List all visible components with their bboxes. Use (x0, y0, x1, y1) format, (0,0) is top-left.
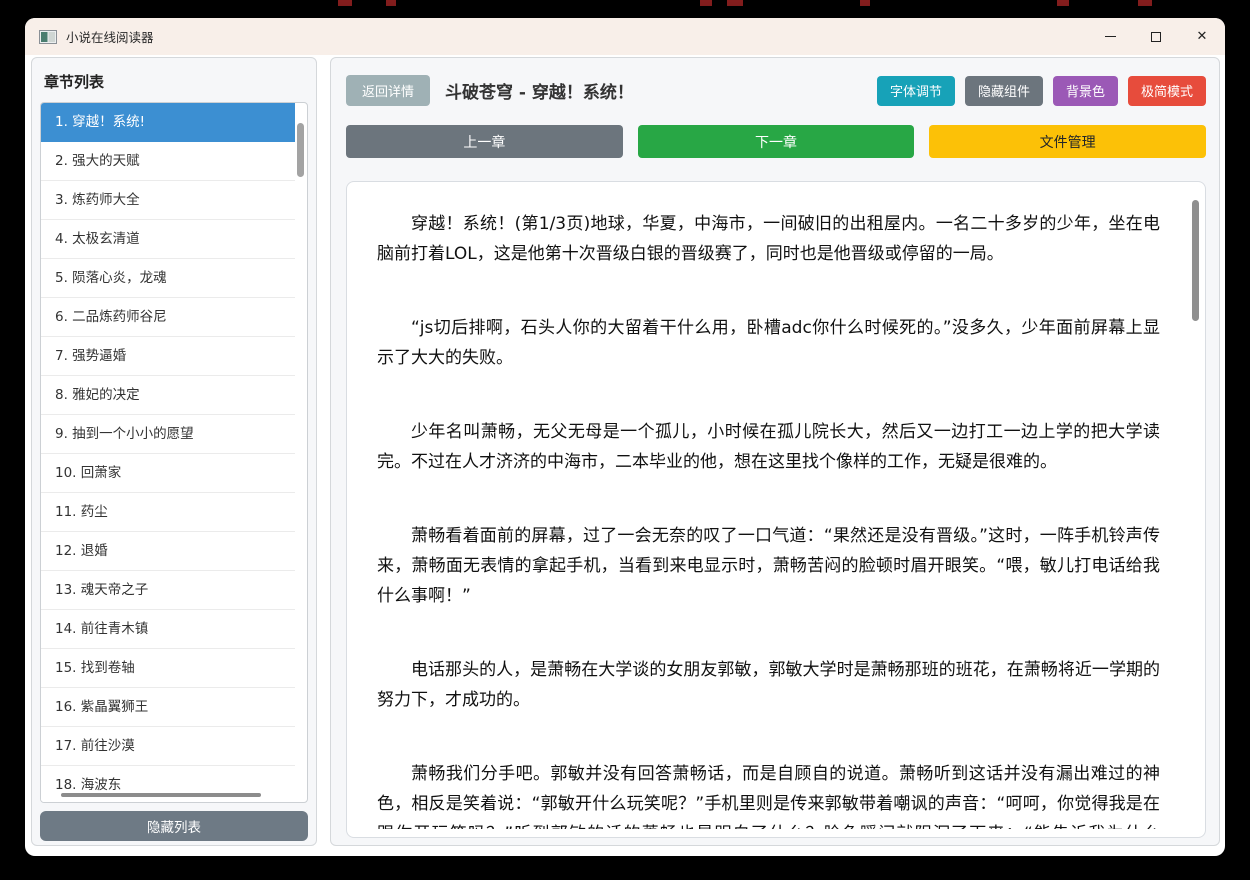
app-window: 小说在线阅读器 ✕ 章节列表 1. 穿越！系统! 2. 强大的天赋 3. 炼药师… (25, 18, 1225, 856)
horizontal-scrollbar-thumb[interactable] (61, 793, 261, 797)
background-color-button[interactable]: 背景色 (1052, 75, 1118, 106)
file-manager-button[interactable]: 文件管理 (929, 125, 1207, 158)
background-artifact (338, 0, 352, 6)
chapter-item-label: 7. 强势逼婚 (55, 348, 127, 364)
hide-list-button[interactable]: 隐藏列表 (40, 811, 308, 841)
reading-area: 穿越！系统！(第1/3页)地球，华夏，中海市，一间破旧的出租屋内。一名二十多岁的… (346, 181, 1206, 838)
chapter-item-label: 12. 退婚 (55, 543, 108, 559)
maximize-button[interactable] (1133, 18, 1179, 55)
chapter-item[interactable]: 10. 回萧家 (41, 454, 295, 493)
minimize-button[interactable] (1087, 18, 1133, 55)
chapter-list-title: 章节列表 (44, 73, 105, 91)
chapter-item[interactable]: 9. 抽到一个小小的愿望 (41, 415, 295, 454)
chapter-item-label: 1. 穿越！系统! (55, 114, 146, 130)
chapter-item-label: 11. 药尘 (55, 504, 108, 520)
chapter-item[interactable]: 15. 找到卷轴 (41, 649, 295, 688)
chapter-item[interactable]: 16. 紫晶翼狮王 (41, 688, 295, 727)
reader-app-icon (39, 29, 57, 44)
chapter-paragraph: 萧畅我们分手吧。郭敏并没有回答萧畅话，而是自顾自的说道。萧畅听到这话并没有漏出难… (377, 764, 1160, 829)
chapter-item[interactable]: 13. 魂天帝之子 (41, 571, 295, 610)
chapter-paragraph: “js切后排啊，石头人你的大留着干什么用，卧槽adc你什么时候死的。”没多久，少… (377, 318, 1160, 368)
font-adjust-button[interactable]: 字体调节 (876, 75, 955, 106)
chapter-item-label: 13. 魂天帝之子 (55, 582, 149, 598)
back-to-details-button[interactable]: 返回详情 (346, 75, 430, 106)
titlebar: 小说在线阅读器 ✕ (25, 18, 1225, 55)
chapter-paragraph: 穿越！系统！(第1/3页)地球，华夏，中海市，一间破旧的出租屋内。一名二十多岁的… (377, 214, 1160, 264)
chapter-item-label: 5. 陨落心炎，龙魂 (55, 270, 167, 286)
background-artifact (860, 0, 870, 6)
next-chapter-button[interactable]: 下一章 (637, 125, 915, 158)
chapter-item[interactable]: 17. 前往沙漠 (41, 727, 295, 766)
toolbar: 返回详情 斗破苍穹 - 穿越！系统！ 字体调节 隐藏组件 背景色 极简模式 (346, 75, 1206, 106)
background-artifact (1057, 0, 1069, 6)
chapter-item-label: 6. 二品炼药师谷尼 (55, 309, 167, 325)
chapter-nav: 上一章 下一章 文件管理 (346, 125, 1207, 158)
background-artifact (727, 0, 743, 6)
chapter-item-label: 4. 太极玄清道 (55, 231, 140, 247)
chapter-item[interactable]: 14. 前往青木镇 (41, 610, 295, 649)
chapter-paragraph: 电话那头的人，是萧畅在大学谈的女朋友郭敏，郭敏大学时是萧畅那班的班花，在萧畅将近… (377, 660, 1160, 710)
chapter-item[interactable]: 4. 太极玄清道 (41, 220, 295, 259)
chapter-paragraph: 少年名叫萧畅，无父无母是一个孤儿，小时候在孤儿院长大，然后又一边打工一边上学的把… (377, 422, 1160, 472)
chapter-item-label: 3. 炼药师大全 (55, 192, 140, 208)
chapter-items: 1. 穿越！系统! 2. 强大的天赋 3. 炼药师大全 4. 太极玄清道 5. … (41, 103, 295, 802)
prev-chapter-button[interactable]: 上一章 (346, 125, 623, 158)
chapter-text: 穿越！系统！(第1/3页)地球，华夏，中海市，一间破旧的出租屋内。一名二十多岁的… (377, 209, 1160, 829)
chapter-item-label: 9. 抽到一个小小的愿望 (55, 426, 194, 442)
chapter-sidebar: 章节列表 1. 穿越！系统! 2. 强大的天赋 3. 炼药师大全 4. 太极玄清… (31, 57, 317, 846)
chapter-item-label: 17. 前往沙漠 (55, 738, 135, 754)
chapter-item-label: 10. 回萧家 (55, 465, 122, 481)
close-icon: ✕ (1196, 29, 1208, 44)
chapter-item-label: 2. 强大的天赋 (55, 153, 140, 169)
background-artifact (1138, 0, 1152, 6)
chapter-item[interactable]: 12. 退婚 (41, 532, 295, 571)
chapter-item[interactable]: 11. 药尘 (41, 493, 295, 532)
window-title: 小说在线阅读器 (66, 30, 154, 45)
chapter-list-vertical-scrollbar[interactable] (297, 105, 305, 788)
chapter-item[interactable]: 1. 穿越！系统! (41, 103, 295, 142)
chapter-item-label: 8. 雅妃的决定 (55, 387, 140, 403)
chapter-item-label: 16. 紫晶翼狮王 (55, 699, 149, 715)
background-artifact (386, 0, 396, 6)
chapter-list: 1. 穿越！系统! 2. 强大的天赋 3. 炼药师大全 4. 太极玄清道 5. … (40, 102, 308, 803)
chapter-item[interactable]: 8. 雅妃的决定 (41, 376, 295, 415)
chapter-item[interactable]: 2. 强大的天赋 (41, 142, 295, 181)
chapter-item[interactable]: 7. 强势逼婚 (41, 337, 295, 376)
chapter-item[interactable]: 6. 二品炼药师谷尼 (41, 298, 295, 337)
minimal-mode-button[interactable]: 极简模式 (1127, 75, 1206, 106)
background-artifact (700, 0, 712, 6)
chapter-item-label: 15. 找到卷轴 (55, 660, 135, 676)
close-button[interactable]: ✕ (1179, 18, 1225, 55)
chapter-item-label: 14. 前往青木镇 (55, 621, 149, 637)
window-controls: ✕ (1087, 18, 1225, 55)
book-chapter-title: 斗破苍穹 - 穿越！系统！ (445, 83, 634, 103)
chapter-list-horizontal-scrollbar[interactable] (43, 791, 293, 799)
minimize-icon (1104, 35, 1116, 38)
reader-scrollbar-thumb[interactable] (1192, 200, 1199, 321)
chapter-paragraph: 萧畅看着面前的屏幕，过了一会无奈的叹了一口气道：“果然还是没有晋级。”这时，一阵… (377, 526, 1160, 606)
maximize-icon (1151, 31, 1161, 42)
vertical-scrollbar-thumb[interactable] (297, 123, 304, 177)
hide-components-button[interactable]: 隐藏组件 (964, 75, 1043, 106)
reader-panel: 返回详情 斗破苍穹 - 穿越！系统！ 字体调节 隐藏组件 背景色 极简模式 上一… (330, 57, 1220, 846)
chapter-item[interactable]: 5. 陨落心炎，龙魂 (41, 259, 295, 298)
chapter-item[interactable]: 3. 炼药师大全 (41, 181, 295, 220)
